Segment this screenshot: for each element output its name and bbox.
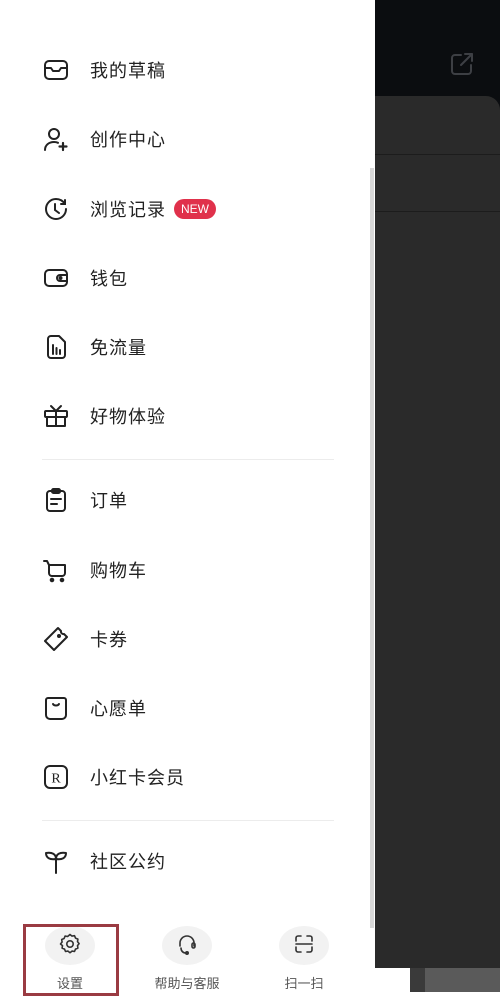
sprout-icon [42,847,70,875]
section-divider [42,459,334,460]
menu-item-label: 购物车 [90,561,147,582]
coupon-ticket-icon [42,625,70,653]
menu-item-label: 心愿单 [90,699,147,720]
menu-item-label: 小红卡会员 [90,768,185,789]
drafts-inbox-icon [42,56,70,84]
scan-button[interactable]: 扫一扫 [264,926,344,992]
sheet-divider [375,154,500,155]
creator-center-icon [42,125,70,153]
menu-item-label: 我的草稿 [90,61,166,82]
orders-clipboard-icon [42,486,70,514]
svg-text:R: R [51,772,61,787]
menu-item-label: 免流量 [90,338,147,359]
sheet-divider [375,211,500,212]
scan-icon [292,932,316,960]
menu-item-label: 订单 [90,491,128,512]
menu-item-membership[interactable]: R 小红卡会员 [42,757,185,797]
menu-item-cart[interactable]: 购物车 [42,550,147,590]
settings-button[interactable]: 设置 [30,926,110,992]
menu-item-orders[interactable]: 订单 [42,480,128,520]
menu-item-wishlist[interactable]: 心愿单 [42,688,147,728]
new-badge: NEW [174,199,216,219]
section-divider [42,820,334,821]
gift-icon [42,402,70,430]
side-drawer: 我的草稿 创作中心 浏览记录 NEW 钱包 免流量 好物体验 订单 购物车 卡券… [0,0,375,996]
menu-item-coupons[interactable]: 卡券 [42,619,128,659]
help-support-button[interactable]: 帮助与客服 [147,926,227,992]
menu-item-drafts[interactable]: 我的草稿 [42,50,166,90]
settings-circle [45,926,95,965]
gear-icon [58,932,82,960]
scan-circle [279,926,329,965]
headset-icon [175,932,199,960]
menu-item-label: 好物体验 [90,407,166,428]
menu-item-community-rules[interactable]: 社区公约 [42,841,166,881]
menu-item-label: 浏览记录 [90,200,166,221]
menu-item-label: 卡券 [90,630,128,651]
menu-item-history[interactable]: 浏览记录 NEW [42,189,216,229]
background-bottom-strip [375,968,500,992]
menu-item-wallet[interactable]: 钱包 [42,258,128,298]
menu-item-product-trial[interactable]: 好物体验 [42,396,166,436]
bottom-action-label: 帮助与客服 [154,977,220,992]
help-circle [162,926,212,965]
scrollbar[interactable] [370,168,374,928]
share-external-icon[interactable] [448,50,476,78]
menu-item-label: 社区公约 [90,852,166,873]
bottom-action-label: 设置 [56,977,83,992]
bottom-action-label: 扫一扫 [284,977,324,992]
wallet-icon [42,264,70,292]
wishlist-bag-icon [42,694,70,722]
background-overlay[interactable] [375,0,500,992]
menu-item-creator-center[interactable]: 创作中心 [42,119,166,159]
menu-item-data-free[interactable]: 免流量 [42,327,147,367]
history-clock-icon [42,195,70,223]
background-sheet [375,96,500,968]
data-free-sim-icon [42,333,70,361]
shopping-cart-icon [42,556,70,584]
menu-item-label: 创作中心 [90,130,166,151]
membership-r-icon: R [42,763,70,791]
menu-item-label: 钱包 [90,269,128,290]
